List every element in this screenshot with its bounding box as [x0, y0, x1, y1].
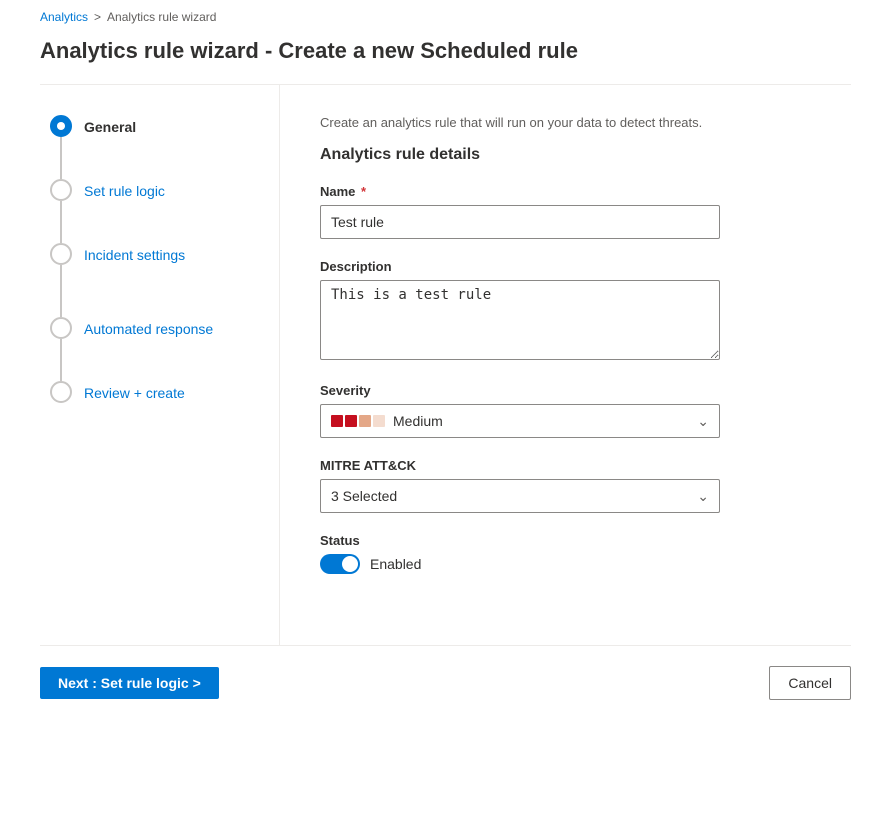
description-field-group: Description This is a test rule [320, 259, 821, 363]
step-circle-automated-response [50, 317, 72, 339]
step-circle-general [50, 115, 72, 137]
description-label: Description [320, 259, 821, 274]
step-label-incident-settings[interactable]: Incident settings [84, 243, 185, 266]
status-toggle-row: Enabled [320, 554, 821, 574]
severity-field-group: Severity Medium ⌄ [320, 383, 821, 438]
mitre-field-group: MITRE ATT&CK 3 Selected ⌄ [320, 458, 821, 513]
severity-value: Medium [393, 413, 443, 429]
form-intro: Create an analytics rule that will run o… [320, 115, 821, 130]
sev-block-4 [373, 415, 385, 427]
main-content: General Set rule logic Incident settings [40, 85, 851, 645]
bottom-bar: Next : Set rule logic > Cancel [0, 646, 891, 720]
step-circle-review-create [50, 381, 72, 403]
sev-block-1 [331, 415, 343, 427]
breadcrumb-separator: > [94, 10, 101, 24]
cancel-button[interactable]: Cancel [769, 666, 851, 700]
toggle-knob [342, 556, 358, 572]
step-circle-incident-settings [50, 243, 72, 265]
mitre-chevron-icon: ⌄ [697, 488, 709, 505]
step-circle-set-rule-logic [50, 179, 72, 201]
next-button[interactable]: Next : Set rule logic > [40, 667, 219, 699]
step-label-review-create[interactable]: Review + create [84, 381, 185, 404]
step-label-automated-response[interactable]: Automated response [84, 317, 213, 340]
sev-block-3 [359, 415, 371, 427]
severity-icons [331, 415, 385, 427]
step-label-general[interactable]: General [84, 115, 136, 138]
steps-panel: General Set rule logic Incident settings [40, 85, 280, 645]
breadcrumb-analytics-link[interactable]: Analytics [40, 10, 88, 24]
breadcrumb-current: Analytics rule wizard [107, 10, 216, 24]
form-section-title: Analytics rule details [320, 146, 821, 164]
status-value: Enabled [370, 556, 421, 572]
name-label: Name * [320, 184, 821, 199]
mitre-value: 3 Selected [331, 488, 397, 504]
step-label-set-rule-logic[interactable]: Set rule logic [84, 179, 165, 202]
mitre-dropdown[interactable]: 3 Selected ⌄ [320, 479, 720, 513]
status-label: Status [320, 533, 821, 548]
sev-block-2 [345, 415, 357, 427]
name-input[interactable] [320, 205, 720, 239]
breadcrumb: Analytics > Analytics rule wizard [0, 0, 891, 30]
mitre-label: MITRE ATT&CK [320, 458, 821, 473]
severity-label: Severity [320, 383, 821, 398]
status-field-group: Status Enabled [320, 533, 821, 574]
form-panel: Create an analytics rule that will run o… [280, 85, 851, 645]
description-textarea[interactable]: This is a test rule [320, 280, 720, 360]
name-field-group: Name * [320, 184, 821, 239]
page-title: Analytics rule wizard - Create a new Sch… [0, 30, 891, 84]
severity-chevron-icon: ⌄ [697, 413, 709, 430]
status-toggle[interactable] [320, 554, 360, 574]
severity-dropdown[interactable]: Medium ⌄ [320, 404, 720, 438]
